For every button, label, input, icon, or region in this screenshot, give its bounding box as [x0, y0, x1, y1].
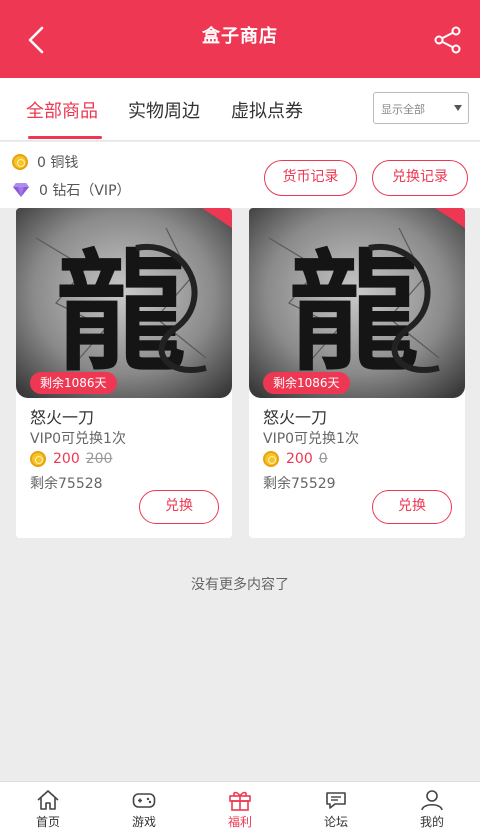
product-price: 200: [286, 451, 313, 467]
gamepad-icon: [132, 793, 156, 808]
days-left-badge: 剩余1086天: [30, 372, 117, 394]
share-icon[interactable]: [434, 26, 462, 54]
product-card[interactable]: 龍 剩余1086天 怒火一刀 VIP0可兑换1次 200 0 剩余75529 兑…: [249, 208, 465, 538]
nav-item-welfare[interactable]: 福利: [192, 782, 288, 832]
end-of-list-text: 没有更多内容了: [191, 577, 289, 593]
original-price: 0: [318, 451, 328, 467]
coin-icon: [12, 154, 28, 170]
diamond-balance-text: 0 钻石（VIP）: [39, 183, 131, 199]
nav-label-welfare: 福利: [227, 815, 252, 829]
active-tab-indicator: [28, 136, 102, 139]
product-stock: 剩余75528: [30, 476, 103, 492]
nav-label-forum: 论坛: [323, 815, 348, 829]
coin-icon: [263, 451, 279, 467]
category-tabs: 全部商品 实物周边 虚拟点券 显示全部: [0, 78, 480, 141]
corner-ribbon: [202, 208, 232, 228]
days-left-badge: 剩余1086天: [263, 372, 350, 394]
exchange-record-button[interactable]: 兑换记录: [372, 160, 468, 196]
coin-icon: [30, 451, 46, 467]
price-row: 200 0: [263, 451, 328, 467]
tab-virtual-coupons[interactable]: 虚拟点券: [231, 97, 303, 123]
original-price: 200: [85, 451, 113, 467]
gift-icon: [229, 791, 251, 811]
currency-record-button[interactable]: 货币记录: [264, 160, 357, 196]
nav-label-games: 游戏: [131, 815, 156, 829]
copper-balance-text: 0 铜钱: [37, 155, 79, 171]
svg-text:龍: 龍: [56, 236, 186, 389]
diamond-icon: [13, 183, 29, 197]
copper-balance: 0 铜钱: [12, 152, 78, 172]
user-icon: [421, 790, 443, 811]
price-row: 200 200: [30, 451, 112, 467]
nav-label-home: 首页: [35, 815, 60, 829]
exchange-button[interactable]: 兑换: [139, 490, 219, 524]
page-title: 盒子商店: [202, 26, 278, 47]
filter-select-value: 显示全部: [381, 103, 425, 116]
nav-item-home[interactable]: 首页: [0, 782, 96, 832]
product-image: 龍: [16, 208, 232, 398]
home-icon: [37, 790, 59, 810]
tab-all-products[interactable]: 全部商品: [26, 97, 98, 123]
product-name: 怒火一刀: [30, 408, 95, 427]
nav-item-mine[interactable]: 我的: [384, 782, 480, 832]
chat-icon: [326, 792, 346, 809]
product-image: 龍: [249, 208, 465, 398]
balance-panel: 0 铜钱 0 钻石（VIP） 货币记录 兑换记录: [0, 142, 480, 208]
tab-physical-merch[interactable]: 实物周边: [128, 97, 200, 123]
product-name: 怒火一刀: [263, 408, 328, 427]
svg-text:龍: 龍: [289, 236, 419, 389]
product-card[interactable]: 龍 剩余1086天 怒火一刀 VIP0可兑换1次 200 200 剩余75528…: [16, 208, 232, 538]
corner-ribbon: [435, 208, 465, 228]
exchange-button[interactable]: 兑换: [372, 490, 452, 524]
product-limit: VIP0可兑换1次: [263, 431, 359, 447]
nav-item-forum[interactable]: 论坛: [288, 782, 384, 832]
product-price: 200: [53, 451, 80, 467]
nav-item-games[interactable]: 游戏: [96, 782, 192, 832]
nav-label-mine: 我的: [419, 815, 444, 829]
filter-select[interactable]: 显示全部: [373, 92, 469, 124]
product-limit: VIP0可兑换1次: [30, 431, 126, 447]
product-stock: 剩余75529: [263, 476, 336, 492]
bottom-nav: 首页 游戏 福利 论坛 我的: [0, 781, 480, 832]
diamond-balance: 0 钻石（VIP）: [12, 180, 131, 200]
app-header: 盒子商店: [0, 0, 480, 78]
dropdown-arrow-icon: [454, 105, 462, 111]
